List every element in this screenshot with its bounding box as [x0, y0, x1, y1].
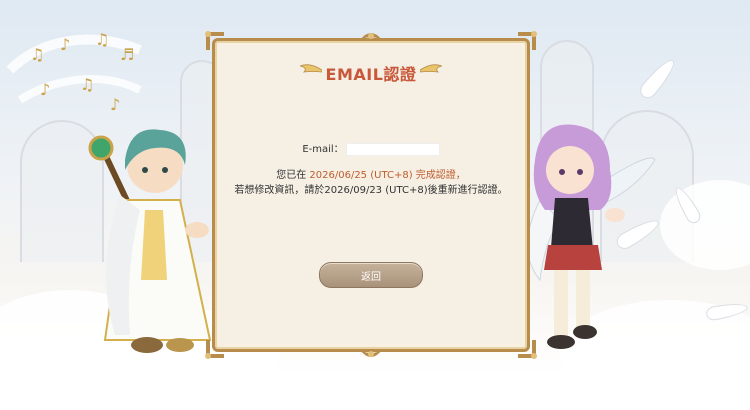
message-prefix: 您已在	[276, 170, 310, 181]
corner-ornament	[518, 31, 537, 50]
email-label: E-mail：	[302, 144, 344, 155]
corner-ornament	[205, 31, 224, 50]
corner-ornament	[518, 340, 537, 359]
dialog-title: EMAIL認證	[325, 65, 417, 84]
svg-text:♫: ♫	[95, 30, 109, 49]
dialog-header: EMAIL認證	[204, 58, 538, 88]
message-suffix: 完成認證，	[412, 170, 466, 181]
left-wing-icon	[299, 64, 322, 73]
message-line-2: 若想修改資訊，請於2026/09/23 (UTC+8)後重新進行認證。	[234, 185, 508, 196]
verification-message: 您已在 2026/06/25 (UTC+8) 完成認證， 若想修改資訊，請於20…	[204, 168, 538, 198]
top-center-ornament	[360, 33, 382, 40]
back-button[interactable]: 返回	[319, 262, 423, 288]
dialog-title-container: EMAIL認證	[299, 58, 443, 88]
music-notes-decoration: ♫ ♪ ♫ ♬ ♪ ♫ ♪	[6, 30, 142, 114]
character-angel	[527, 124, 656, 349]
svg-text:♫: ♫	[80, 75, 94, 94]
email-row: E-mail：	[204, 140, 538, 156]
corner-ornament	[205, 340, 224, 359]
svg-text:♪: ♪	[40, 80, 50, 99]
svg-text:♬: ♬	[120, 45, 134, 64]
bottom-center-ornament	[360, 350, 382, 357]
email-verification-dialog: EMAIL認證 E-mail： 您已在 2026/06/25 (UTC+8) 完…	[204, 30, 538, 360]
svg-text:♫: ♫	[30, 45, 44, 64]
svg-text:♪: ♪	[60, 35, 70, 54]
verified-date: 2026/06/25 (UTC+8)	[309, 170, 413, 181]
message-line-1: 您已在 2026/06/25 (UTC+8) 完成認證，	[204, 168, 538, 183]
svg-text:♪: ♪	[110, 95, 120, 114]
email-value	[345, 142, 440, 156]
right-wing-icon	[420, 64, 443, 73]
